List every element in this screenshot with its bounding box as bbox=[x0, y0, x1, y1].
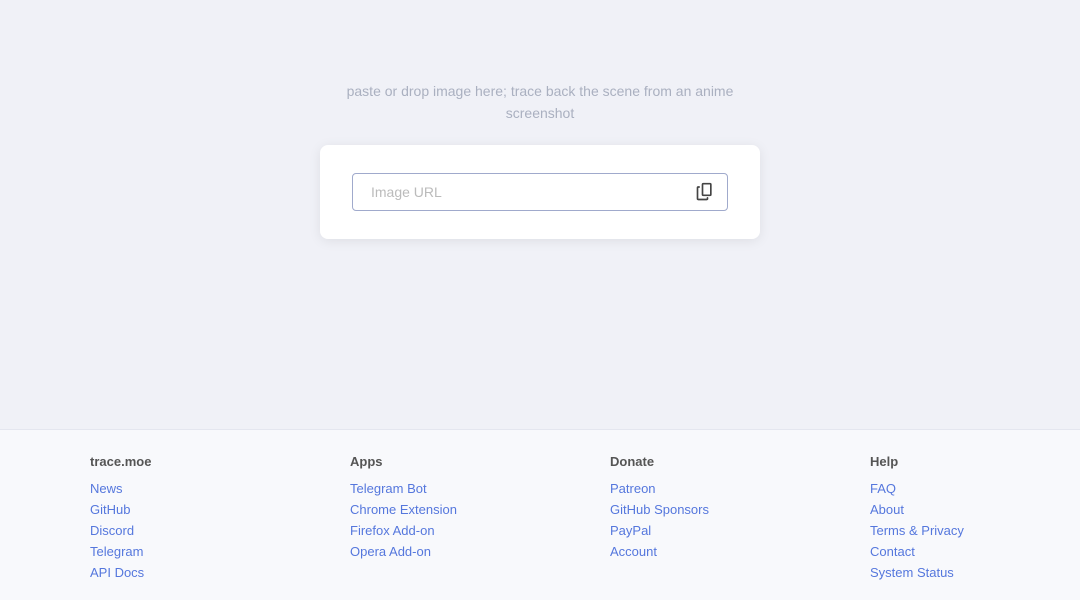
footer-col-2: Donate Patreon GitHub Sponsors PayPal Accoun… bbox=[610, 454, 730, 580]
footer-link-1-3[interactable]: Opera Add-on bbox=[350, 544, 470, 559]
footer-inner: trace.moe News GitHub Discord Telegram API Do… bbox=[90, 454, 990, 580]
footer-link-2-0[interactable]: Patreon bbox=[610, 481, 730, 496]
footer-col-title-1: Apps bbox=[350, 454, 470, 469]
footer-link-1-1[interactable]: Chrome Extension bbox=[350, 502, 470, 517]
footer-link-1-2[interactable]: Firefox Add-on bbox=[350, 523, 470, 538]
footer: trace.moe News GitHub Discord Telegram API Do… bbox=[0, 429, 1080, 600]
footer-link-3-2[interactable]: Terms & Privacy bbox=[870, 523, 990, 538]
tagline: paste or drop image here; trace back the… bbox=[347, 80, 734, 125]
footer-link-3-3[interactable]: Contact bbox=[870, 544, 990, 559]
footer-link-0-0[interactable]: News bbox=[90, 481, 210, 496]
clipboard-icon[interactable] bbox=[693, 180, 717, 204]
footer-link-2-3[interactable]: Account bbox=[610, 544, 730, 559]
footer-col-title-3: Help bbox=[870, 454, 990, 469]
search-card bbox=[320, 145, 760, 239]
footer-link-1-0[interactable]: Telegram Bot bbox=[350, 481, 470, 496]
image-url-input[interactable] bbox=[363, 174, 693, 210]
footer-col-title-2: Donate bbox=[610, 454, 730, 469]
footer-link-0-4[interactable]: API Docs bbox=[90, 565, 210, 580]
footer-link-2-1[interactable]: GitHub Sponsors bbox=[610, 502, 730, 517]
footer-col-1: Apps Telegram Bot Chrome Extension Firefox … bbox=[350, 454, 470, 580]
footer-link-0-3[interactable]: Telegram bbox=[90, 544, 210, 559]
footer-col-0: trace.moe News GitHub Discord Telegram API Do… bbox=[90, 454, 210, 580]
footer-link-0-2[interactable]: Discord bbox=[90, 523, 210, 538]
search-input-wrapper[interactable] bbox=[352, 173, 728, 211]
footer-link-2-2[interactable]: PayPal bbox=[610, 523, 730, 538]
main-content: paste or drop image here; trace back the… bbox=[0, 0, 1080, 299]
footer-link-3-0[interactable]: FAQ bbox=[870, 481, 990, 496]
footer-link-0-1[interactable]: GitHub bbox=[90, 502, 210, 517]
tagline-line1: paste or drop image here; trace back the… bbox=[347, 83, 734, 99]
footer-link-3-4[interactable]: System Status bbox=[870, 565, 990, 580]
footer-col-title-0: trace.moe bbox=[90, 454, 210, 469]
footer-link-3-1[interactable]: About bbox=[870, 502, 990, 517]
tagline-line2: screenshot bbox=[506, 105, 574, 121]
footer-col-3: Help FAQ About Terms & Privacy Contact System… bbox=[870, 454, 990, 580]
